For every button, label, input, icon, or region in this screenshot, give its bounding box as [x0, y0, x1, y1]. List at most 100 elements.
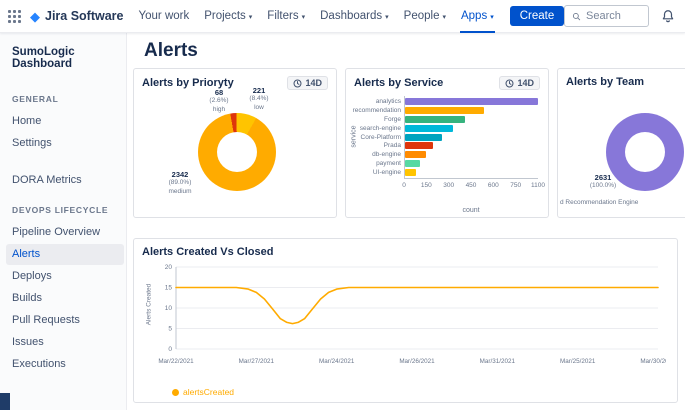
- alerts-by-service-card: Alerts by Service 14D service analyticsr…: [345, 68, 549, 218]
- line-chart-svg: 05101520Mar/22/2021Mar/27/2021Mar/24/202…: [150, 261, 666, 373]
- x-tick-label: 150: [421, 182, 432, 189]
- bar-category-label: db-engine: [372, 151, 401, 158]
- bar-category-label: recommendation: [353, 107, 401, 114]
- svg-text:Mar/26/2021: Mar/26/2021: [399, 358, 435, 365]
- legend-label: alertsCreated: [183, 387, 234, 397]
- nav-item-label: Your work: [139, 10, 190, 22]
- period-label: 14D: [305, 78, 322, 88]
- count-axis-label: count: [404, 207, 538, 214]
- notifications-bell-icon[interactable]: [661, 9, 675, 23]
- sidebar-section-general: GENERAL: [12, 94, 118, 104]
- svg-text:5: 5: [168, 326, 172, 333]
- bar-category-label: payment: [376, 160, 401, 167]
- app-switcher-icon[interactable]: [8, 10, 21, 23]
- top-navbar: ◆ Jira Software Your work Projects▾ Filt…: [0, 0, 685, 33]
- period-badge[interactable]: 14D: [499, 76, 540, 90]
- sidebar-collapse-strip: [0, 393, 10, 410]
- nav-filters[interactable]: Filters ▾: [266, 0, 306, 33]
- card-title: Alerts Created Vs Closed: [142, 246, 273, 258]
- sidebar-item-builds[interactable]: Builds: [6, 288, 124, 309]
- donut-label-medium: 2342 (89.0%) medium: [158, 170, 202, 196]
- service-axis-label: service: [351, 117, 358, 157]
- card-title: Alerts by Team: [566, 76, 644, 88]
- donut-label-low: 221 (8.4%) low: [242, 86, 276, 112]
- chevron-down-icon: ▾: [249, 13, 253, 21]
- bar-category-label: search-engine: [360, 125, 401, 132]
- x-tick-label: 300: [443, 182, 454, 189]
- main-content: Alerts Alerts by Prioryty 14D 68 (2.6%) …: [128, 33, 685, 410]
- svg-text:Mar/22/2021: Mar/22/2021: [158, 358, 194, 365]
- alerts-by-priority-card: Alerts by Prioryty 14D 68 (2.6%) high 22…: [133, 68, 337, 218]
- clock-icon: [505, 79, 514, 88]
- svg-text:Mar/31/2021: Mar/31/2021: [480, 358, 516, 365]
- legend-dot: [172, 389, 179, 396]
- sidebar-item-home[interactable]: Home: [6, 111, 124, 132]
- chart-legend: alertsCreated: [172, 387, 234, 397]
- search-icon: [572, 11, 581, 22]
- period-badge[interactable]: 14D: [287, 76, 328, 90]
- nav-item-label: Filters: [267, 10, 298, 22]
- nav-dashboards[interactable]: Dashboards▾: [319, 0, 390, 33]
- service-bar-chart: analyticsrecommendationForgesearch-engin…: [404, 96, 538, 191]
- bar: [405, 169, 416, 176]
- search-input[interactable]: [586, 10, 641, 22]
- donut-label-team: 2631 (100.0%): [582, 173, 624, 191]
- nav-your-work[interactable]: Your work: [138, 0, 191, 33]
- sidebar-item-alerts[interactable]: Alerts: [6, 244, 124, 265]
- chevron-down-icon: ▾: [442, 13, 446, 21]
- svg-text:10: 10: [165, 305, 173, 312]
- bar-category-label: Prada: [384, 142, 401, 149]
- bar-category-label: analytics: [376, 98, 401, 105]
- sidebar-item-settings[interactable]: Settings: [6, 133, 124, 154]
- nav-apps[interactable]: Apps▾: [460, 0, 495, 33]
- x-tick-label: 450: [466, 182, 477, 189]
- create-button[interactable]: Create: [510, 6, 565, 26]
- nav-item-label: Dashboards: [320, 10, 382, 22]
- bar-row: analytics: [405, 98, 538, 105]
- chevron-down-icon: ▾: [385, 13, 389, 21]
- nav-item-label: Apps: [461, 10, 487, 22]
- nav-projects[interactable]: Projects▾: [203, 0, 253, 33]
- sidebar: SumoLogic Dashboard GENERAL Home Setting…: [0, 33, 127, 410]
- bar-row: Forge: [405, 116, 538, 123]
- brand-name[interactable]: Jira Software: [45, 9, 124, 23]
- donut-caption: d Recommendation Engine: [560, 199, 638, 206]
- bar: [405, 107, 484, 114]
- chevron-down-icon: ▾: [302, 13, 306, 21]
- bar-row: Core-Platform: [405, 134, 538, 141]
- svg-text:20: 20: [165, 264, 173, 271]
- alerts-by-team-card: Alerts by Team 2631 (100.0%) d Recommend…: [557, 68, 685, 218]
- svg-text:0: 0: [168, 346, 172, 353]
- bar: [405, 151, 426, 158]
- card-title: Alerts by Service: [354, 77, 443, 89]
- search-box[interactable]: [564, 5, 649, 27]
- sidebar-item-issues[interactable]: Issues: [6, 332, 124, 353]
- chevron-down-icon: ▾: [490, 13, 494, 21]
- bar-row: Prada: [405, 142, 538, 149]
- sidebar-item-pull-requests[interactable]: Pull Requests: [6, 310, 124, 331]
- jira-logo-icon[interactable]: ◆: [30, 10, 40, 23]
- bar: [405, 125, 453, 132]
- sidebar-item-deploys[interactable]: Deploys: [6, 266, 124, 287]
- sidebar-item-pipeline-overview[interactable]: Pipeline Overview: [6, 222, 124, 243]
- x-tick-label: 1100: [531, 182, 545, 189]
- bar-row: db-engine: [405, 151, 538, 158]
- bar-category-label: Core-Platform: [361, 134, 401, 141]
- bar-row: search-engine: [405, 125, 538, 132]
- svg-text:Mar/30/2021: Mar/30/2021: [640, 358, 666, 365]
- nav-people[interactable]: People▾: [403, 0, 447, 33]
- sidebar-item-executions[interactable]: Executions: [6, 354, 124, 375]
- x-tick-label: 0: [402, 182, 406, 189]
- sidebar-item-dora-metrics[interactable]: DORA Metrics: [6, 170, 124, 191]
- bar-row: UI-engine: [405, 169, 538, 176]
- service-bar-rows: analyticsrecommendationForgesearch-engin…: [404, 96, 538, 178]
- nav-item-label: Projects: [204, 10, 246, 22]
- svg-text:Mar/24/2021: Mar/24/2021: [319, 358, 355, 365]
- bar-category-label: UI-engine: [373, 169, 401, 176]
- svg-text:Mar/27/2021: Mar/27/2021: [239, 358, 275, 365]
- period-label: 14D: [517, 78, 534, 88]
- priority-donut: [198, 113, 276, 191]
- bar-category-label: Forge: [384, 116, 401, 123]
- dashboard-cards-row: Alerts by Prioryty 14D 68 (2.6%) high 22…: [133, 68, 685, 218]
- sidebar-title: SumoLogic Dashboard: [12, 46, 118, 70]
